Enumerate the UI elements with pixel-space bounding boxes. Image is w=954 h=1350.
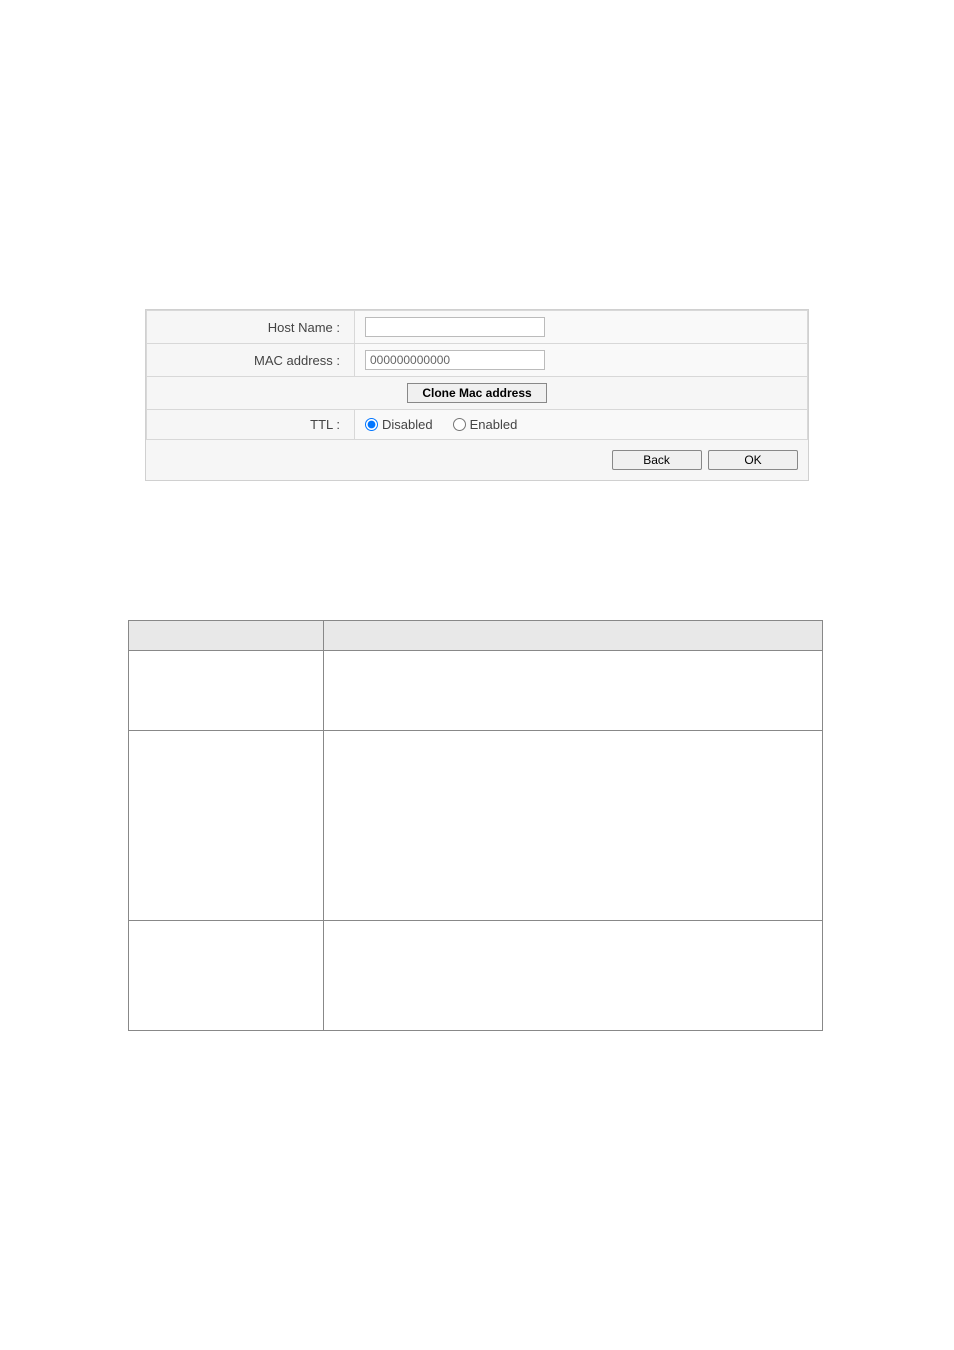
ttl-enabled-option[interactable]: Enabled (453, 417, 518, 432)
settings-table: Host Name : MAC address : Clone Mac addr… (146, 310, 808, 440)
ttl-label: TTL : (147, 410, 355, 440)
clone-mac-button[interactable]: Clone Mac address (407, 383, 547, 403)
desc-header-item (129, 621, 324, 651)
desc-item-host (129, 651, 324, 731)
ttl-disabled-label: Disabled (382, 417, 433, 432)
desc-desc-mac (324, 731, 823, 921)
host-name-cell (355, 311, 808, 344)
mac-address-cell (355, 344, 808, 377)
host-name-input[interactable] (365, 317, 545, 337)
host-name-row: Host Name : (147, 311, 808, 344)
clone-mac-cell: Clone Mac address (147, 377, 808, 410)
mac-address-row: MAC address : (147, 344, 808, 377)
ttl-enabled-label: Enabled (470, 417, 518, 432)
ttl-disabled-radio[interactable] (365, 418, 378, 431)
desc-row-mac (129, 731, 823, 921)
clone-mac-row: Clone Mac address (147, 377, 808, 410)
mac-address-input[interactable] (365, 350, 545, 370)
back-button[interactable]: Back (612, 450, 702, 470)
mac-address-label: MAC address : (147, 344, 355, 377)
host-name-label: Host Name : (147, 311, 355, 344)
ttl-enabled-radio[interactable] (453, 418, 466, 431)
desc-item-ttl (129, 921, 324, 1031)
action-button-row: Back OK (146, 440, 808, 480)
ok-button[interactable]: OK (708, 450, 798, 470)
desc-header-desc (324, 621, 823, 651)
desc-desc-ttl (324, 921, 823, 1031)
ttl-radio-group: Disabled Enabled (365, 417, 799, 432)
ttl-row: TTL : Disabled Enabled (147, 410, 808, 440)
desc-desc-host (324, 651, 823, 731)
desc-item-mac (129, 731, 324, 921)
desc-row-ttl (129, 921, 823, 1031)
settings-form-panel: Host Name : MAC address : Clone Mac addr… (145, 309, 809, 481)
description-table (128, 620, 823, 1031)
ttl-disabled-option[interactable]: Disabled (365, 417, 433, 432)
desc-header-row (129, 621, 823, 651)
ttl-cell: Disabled Enabled (355, 410, 808, 440)
desc-row-host (129, 651, 823, 731)
